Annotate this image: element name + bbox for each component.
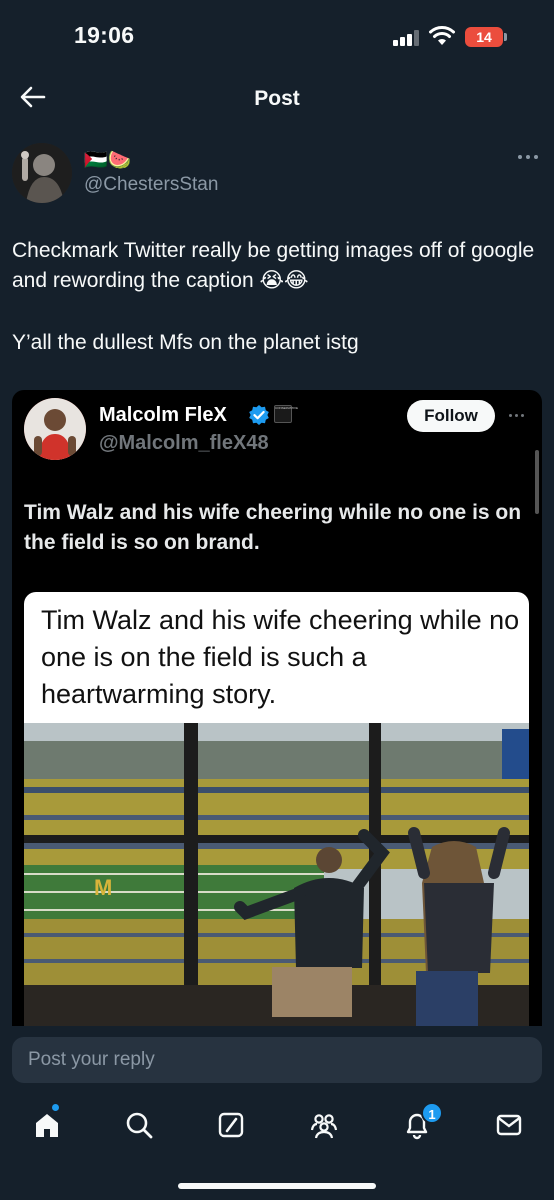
mail-icon bbox=[496, 1114, 522, 1136]
tab-search[interactable] bbox=[119, 1105, 159, 1145]
reply-placeholder: Post your reply bbox=[28, 1049, 155, 1070]
wifi-icon bbox=[429, 26, 455, 45]
post-line-1: Checkmark Twitter really be getting imag… bbox=[12, 239, 535, 292]
embedded-tweet-text: Tim Walz and his wife cheering while no … bbox=[24, 501, 522, 554]
battery-level: 14 bbox=[465, 27, 503, 47]
top-nav: Post bbox=[0, 70, 554, 128]
home-icon bbox=[36, 1114, 58, 1137]
stadium-photo: M bbox=[24, 723, 529, 1026]
post-detail-screen: 19:06 14 Post 🇵🇸🍉 @ChestersStan Checkmar… bbox=[0, 0, 554, 1200]
embedded-scrollbar bbox=[535, 450, 539, 514]
status-bar: 19:06 14 bbox=[0, 0, 554, 70]
grok-icon bbox=[218, 1112, 244, 1138]
follow-button: Follow bbox=[407, 400, 495, 432]
post-text: Checkmark Twitter really be getting imag… bbox=[12, 236, 537, 358]
home-indicator bbox=[178, 1183, 376, 1189]
verified-badge-icon bbox=[249, 405, 269, 425]
reply-input[interactable]: Post your reply bbox=[12, 1037, 542, 1083]
tab-communities[interactable] bbox=[304, 1105, 344, 1145]
battery-icon: 14 bbox=[465, 27, 507, 47]
tab-messages[interactable] bbox=[489, 1105, 529, 1145]
home-unread-dot bbox=[52, 1104, 59, 1111]
post-author: 🇵🇸🍉 @ChestersStan bbox=[0, 138, 554, 208]
bottom-tab-bar bbox=[0, 1097, 554, 1157]
post-media-image[interactable]: Malcolm FleX CONSERVATIVE @Malcolm_fleX4… bbox=[12, 390, 542, 1026]
tab-home[interactable] bbox=[27, 1105, 67, 1145]
affiliate-badge: CONSERVATIVE bbox=[274, 405, 298, 423]
notification-badge: 1 bbox=[421, 1102, 443, 1124]
tab-grok[interactable] bbox=[211, 1105, 251, 1145]
author-avatar[interactable] bbox=[12, 143, 72, 203]
status-time: 19:06 bbox=[74, 22, 135, 48]
svg-text:M: M bbox=[94, 875, 112, 900]
author-handle[interactable]: @ChestersStan bbox=[84, 174, 218, 196]
embedded-handle: @Malcolm_fleX48 bbox=[99, 432, 269, 454]
embedded-display-name: Malcolm FleX bbox=[99, 404, 227, 426]
signal-icon bbox=[393, 30, 423, 46]
author-display-name[interactable]: 🇵🇸🍉 bbox=[84, 148, 131, 172]
search-icon bbox=[126, 1112, 153, 1139]
quoted-caption-text: Tim Walz and his wife cheering while no … bbox=[41, 605, 520, 709]
communities-icon bbox=[310, 1114, 338, 1139]
post-line-2: Y’all the dullest Mfs on the planet istg bbox=[12, 331, 359, 354]
page-title: Post bbox=[254, 87, 300, 110]
embedded-avatar bbox=[24, 398, 86, 460]
quoted-caption-card: Tim Walz and his wife cheering while no … bbox=[24, 592, 529, 726]
embedded-more-icon bbox=[509, 414, 524, 417]
more-options-button[interactable] bbox=[518, 150, 544, 164]
